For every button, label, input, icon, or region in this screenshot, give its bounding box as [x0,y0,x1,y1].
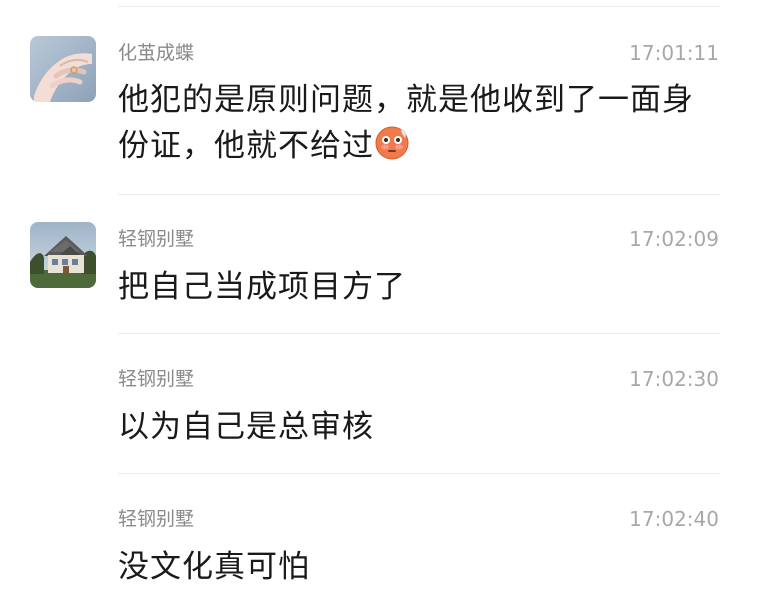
sender-name[interactable]: 轻钢别墅 [118,507,194,531]
message-text: 他犯的是原则问题，就是他收到了一面身份证，他就不给过 [118,77,708,169]
sender-name[interactable]: 轻钢别墅 [118,227,194,251]
sender-name[interactable]: 化茧成蝶 [118,41,194,65]
house-avatar-icon [30,222,96,288]
flushed-face-emoji-icon [375,126,409,160]
avatar[interactable] [30,222,96,288]
avatar[interactable] [30,36,96,102]
message-time: 17:02:30 [629,367,719,391]
message-time: 17:02:40 [629,507,719,531]
message-text: 没文化真可怕 [118,549,310,585]
message-divider [118,6,720,7]
message-divider [118,473,720,474]
message-time: 17:02:09 [629,227,719,251]
sender-name[interactable]: 轻钢别墅 [118,367,194,391]
message-divider [118,333,720,334]
message-text: 以为自己是总审核 [118,409,374,445]
hand-avatar-icon [30,36,96,102]
message-time: 17:01:11 [629,41,719,65]
message-divider [118,194,720,195]
message-text: 把自己当成项目方了 [118,269,406,305]
chat-message-list: 化茧成蝶 17:01:11 他犯的是原则问题，就是他收到了一面身份证，他就不给过 [0,0,774,603]
